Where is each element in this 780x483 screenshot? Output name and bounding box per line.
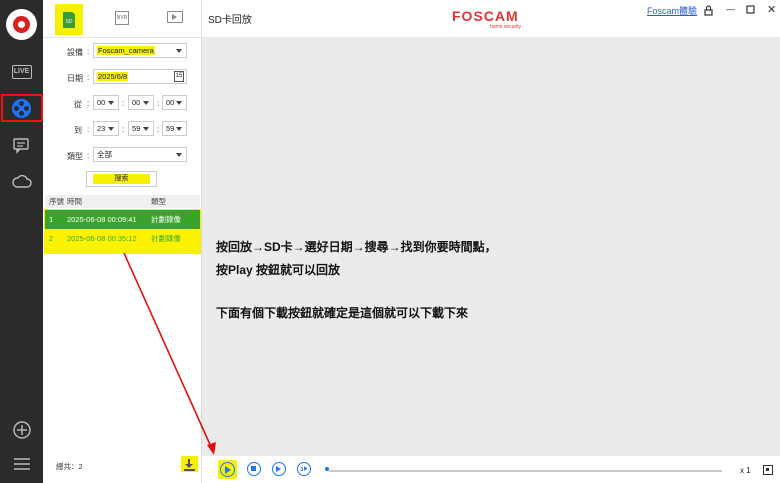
foscam-logo-icon [6,9,37,40]
source-tabs: SD NVR [43,0,202,38]
to-hour-select[interactable]: 23 [93,121,119,136]
video-area: 按回放→SD卡→選好日期→搜尋→找到你要時間點， 按Play 按鈕就可以回放 下… [202,37,780,456]
playback-reel-icon[interactable] [8,96,35,120]
instruction-line-1: 按回放→SD卡→選好日期→搜尋→找到你要時間點， [216,240,497,254]
title-bar: SD卡回放 FOSCAM home security Foscam體驗 — ✕ [202,0,780,37]
device-label: 設備 [67,48,83,57]
from-minute-value: 00 [132,98,141,107]
player-controls: x 1 [202,456,780,483]
col-seq: 序號 [49,197,64,206]
device-value: Foscam_camera [97,46,155,55]
to-second-value: 59 [166,124,175,133]
message-icon[interactable] [8,134,35,158]
type-value: 全部 [97,150,112,159]
from-minute-select[interactable]: 00 [128,95,154,110]
type-select[interactable]: 全部 [93,147,187,162]
tab-local-video-icon[interactable] [167,11,183,23]
sd-card-icon: SD [63,11,75,28]
table-row[interactable]: 2 2025-06-08 00:35:12 計劃錄像 [45,229,200,248]
playback-search-panel: SD NVR 設備 : Foscam_camera 日期 : 2025/6/8 … [43,0,202,483]
from-label: 從 [74,100,82,109]
progress-track[interactable] [326,470,722,472]
page-title: SD卡回放 [208,15,252,26]
col-type: 類型 [151,197,166,206]
device-select[interactable]: Foscam_camera [93,43,187,58]
stop-button[interactable] [247,462,261,476]
cloud-icon[interactable] [8,170,35,194]
date-label: 日期 [67,74,83,83]
speed-label: x 1 [740,466,751,475]
from-second-value: 00 [166,98,175,107]
app-window: LIVE SD NVR 設備 : Foscam_camera 日期 : 2025… [0,0,780,483]
play-button[interactable] [218,460,237,479]
close-icon[interactable]: ✕ [767,3,776,16]
instruction-line-2: 按Play 按鈕就可以回放 [216,263,341,277]
minimize-icon[interactable]: — [726,4,735,14]
from-second-select[interactable]: 00 [162,95,187,110]
total-count: 總共：2 [56,462,83,471]
to-minute-value: 59 [132,124,141,133]
search-button[interactable]: 搜索 [86,171,157,187]
left-nav-rail: LIVE [0,0,43,483]
calendar-icon[interactable]: 15 [174,71,184,82]
to-minute-select[interactable]: 59 [128,121,154,136]
col-time: 時間 [67,197,82,206]
menu-icon[interactable] [8,452,35,476]
tab-sd-card[interactable]: SD [55,4,83,35]
fast-forward-button[interactable] [297,462,311,476]
search-button-label: 搜索 [93,174,150,184]
to-hour-value: 23 [97,124,106,133]
table-row[interactable]: 1 2025-06-08 00:09:41 計劃錄像 [45,210,200,229]
date-field[interactable]: 2025/6/8 15 [93,69,187,84]
lock-icon[interactable] [704,5,713,18]
fullscreen-icon[interactable] [763,465,773,475]
maximize-icon[interactable] [746,5,755,16]
live-label: LIVE [11,65,32,79]
brand-tagline: home security [490,24,522,30]
progress-knob[interactable] [324,466,330,472]
add-icon[interactable] [8,418,35,442]
download-button[interactable] [181,456,198,472]
foscam-experience-link[interactable]: Foscam體驗 [647,4,697,17]
from-hour-select[interactable]: 00 [93,95,119,110]
date-value: 2025/6/8 [97,72,129,81]
to-second-select[interactable]: 59 [162,121,187,136]
live-tv-icon[interactable]: LIVE [8,60,35,84]
brand-logo: FOSCAM [452,8,519,24]
type-label: 類型 [67,152,83,161]
to-label: 到 [74,126,82,135]
step-forward-button[interactable] [272,462,286,476]
tab-nvr[interactable]: NVR [115,11,129,25]
from-hour-value: 00 [97,98,106,107]
instruction-line-3: 下面有個下載按鈕就確定是這個就可以下載下來 [216,306,469,320]
results-table-header: 序號 時間 類型 [45,195,200,208]
